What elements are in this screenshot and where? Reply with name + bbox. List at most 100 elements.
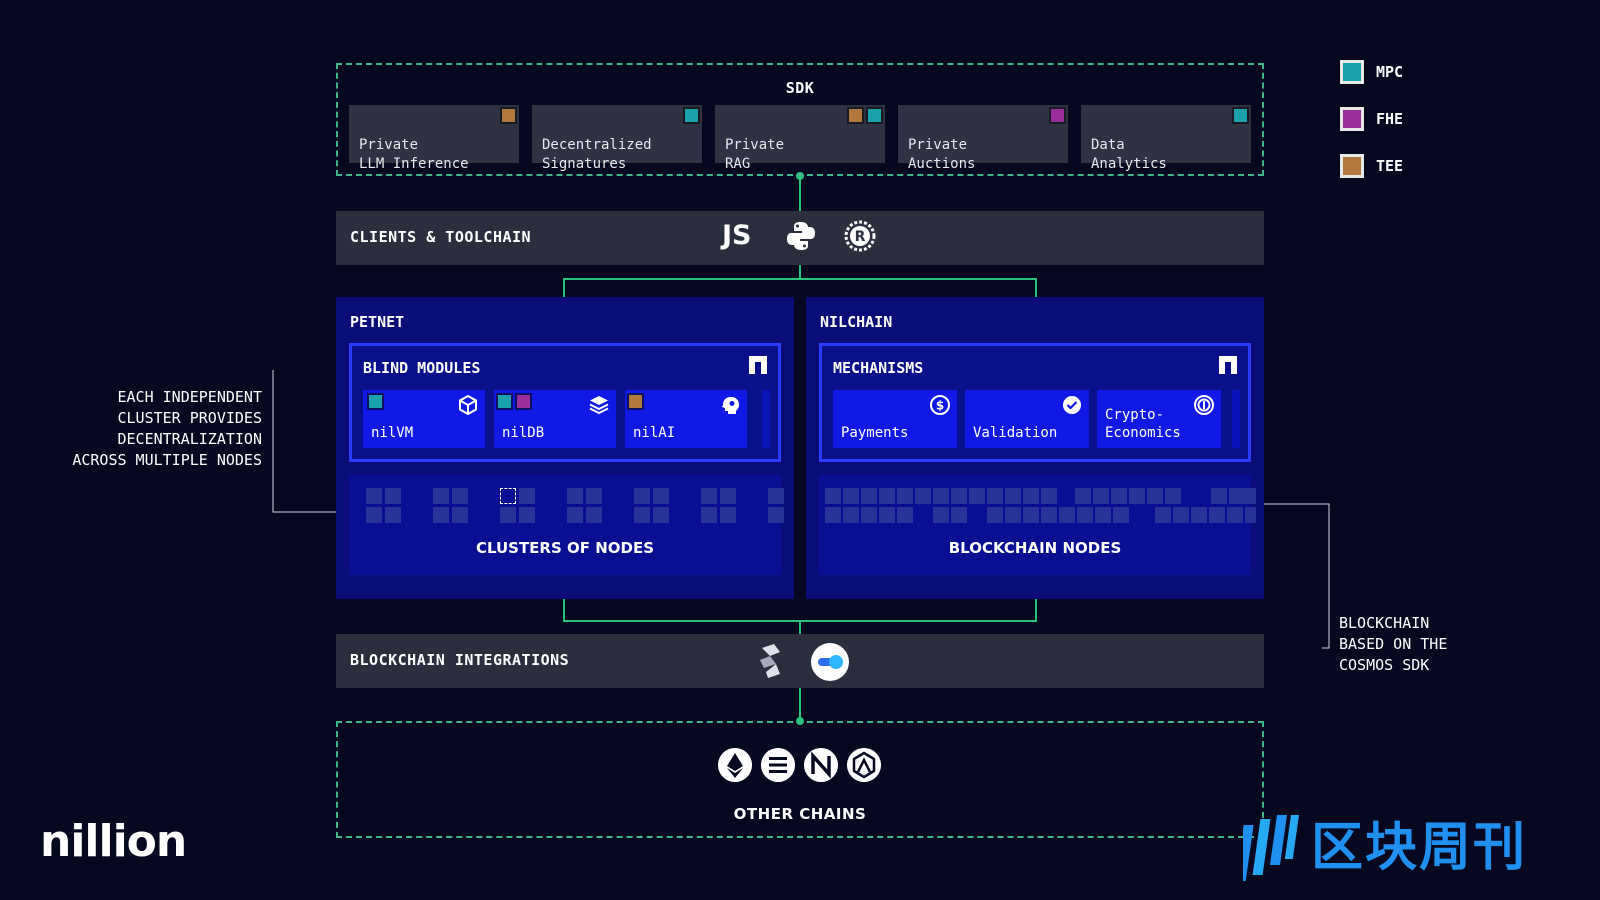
module-label: nilVM: [371, 425, 414, 441]
card-label: Data Analytics: [1091, 137, 1167, 172]
mpc-tag: [683, 107, 700, 124]
watermark-text: 区块周刊: [1311, 818, 1528, 878]
node-block: [567, 507, 583, 523]
fhe-tag: [1049, 107, 1066, 124]
petnet-title: PETNET: [350, 313, 405, 331]
mpc-swatch: [1340, 60, 1364, 84]
node-block: [1245, 507, 1256, 523]
node-block: [1211, 488, 1227, 504]
mechanism-validation: Validation: [965, 390, 1089, 448]
watermark-bars-icon: [1243, 815, 1299, 881]
node-block: [843, 488, 859, 504]
node-block: [1075, 488, 1091, 504]
ai-head-icon: [722, 397, 739, 414]
node-block: [720, 507, 736, 523]
nilchain-panel: NILCHAIN MECHANISMS $ Payments Validatio…: [806, 297, 1264, 599]
mechanism-label: Crypto- Economics: [1105, 407, 1181, 441]
node-block: [825, 488, 841, 504]
node-block: [933, 507, 949, 523]
nillion-logo-text: nillion: [40, 816, 187, 867]
blind-modules-box: BLIND MODULES nilVM nilDB nilAI: [349, 343, 781, 462]
node-block: [825, 507, 841, 523]
sdk-title: SDK: [785, 79, 815, 97]
nillion-logo: nillion: [40, 816, 187, 867]
rust-icon: R: [844, 220, 876, 252]
sdk-card-private-llm-inference: Private LLM Inference: [349, 105, 519, 172]
node-block: [1245, 488, 1256, 504]
node-block: [933, 488, 949, 504]
node-block: [385, 488, 401, 504]
mechanism-payments: $ Payments: [833, 390, 957, 448]
node-block: [586, 488, 602, 504]
node-block: [720, 488, 736, 504]
node-block: [500, 507, 516, 523]
blockchain-integrations-bar: BLOCKCHAIN INTEGRATIONS: [336, 634, 1264, 688]
node-block: [1005, 507, 1021, 523]
module-nilai: nilAI: [625, 390, 747, 448]
mechanism-label: Validation: [973, 425, 1058, 441]
mechanisms-box: MECHANISMS $ Payments Validation Crypto-…: [819, 343, 1251, 462]
node-block: [452, 488, 468, 504]
module-label: nilDB: [502, 425, 545, 441]
python-icon: [787, 222, 815, 250]
petnet-panel: PETNET BLIND MODULES nilVM nilDB nilAI C…: [336, 297, 794, 599]
node-block: [1041, 488, 1057, 504]
sdk-card-decentralized-signatures: Decentralized Signatures: [532, 105, 702, 172]
integrations-title: BLOCKCHAIN INTEGRATIONS: [350, 651, 570, 669]
cube-icon: [459, 394, 477, 416]
node-block: [1023, 507, 1039, 523]
legend-mpc: MPC: [1340, 60, 1460, 86]
node-block: [768, 507, 784, 523]
node-block: [1191, 507, 1207, 523]
node-block: [519, 488, 535, 504]
near-icon: [804, 748, 838, 782]
node-block: [1129, 488, 1145, 504]
cluster-annotation: EACH INDEPENDENT CLUSTER PROVIDES DECENT…: [40, 366, 262, 471]
mechanisms-title: MECHANISMS: [833, 359, 924, 377]
node-block: [1005, 488, 1021, 504]
tee-swatch: [1340, 154, 1364, 178]
module-overflow-edge: [762, 390, 770, 448]
node-block: [1165, 488, 1181, 504]
cluster-annotation-text: EACH INDEPENDENT CLUSTER PROVIDES DECENT…: [72, 388, 262, 469]
check-circle-icon: [1063, 396, 1081, 414]
solana-icon: [761, 748, 795, 782]
legend-label: TEE: [1376, 157, 1404, 175]
node-block: [1093, 488, 1109, 504]
token-coin-icon: [1194, 395, 1214, 415]
clusters-of-nodes-label: CLUSTERS OF NODES: [475, 539, 655, 557]
tee-tag: [627, 393, 644, 410]
node-block: [1113, 507, 1129, 523]
node-block: [1209, 507, 1225, 523]
module-label: nilAI: [633, 425, 676, 441]
node-block: [500, 488, 516, 504]
legend-fhe: FHE: [1340, 107, 1460, 133]
node-block: [897, 507, 913, 523]
node-block: [634, 488, 650, 504]
node-block: [1147, 488, 1163, 504]
legend-label: FHE: [1376, 110, 1404, 128]
sdk-card-private-auctions: Private Auctions: [898, 105, 1068, 172]
cosmos-annotation-text: BLOCKCHAIN BASED ON THE COSMOS SDK: [1339, 614, 1448, 674]
node-block: [1173, 507, 1189, 523]
clusters-of-nodes-area: CLUSTERS OF NODES: [349, 475, 784, 575]
node-block: [897, 488, 913, 504]
node-block: [653, 507, 669, 523]
node-block: [653, 488, 669, 504]
node-block: [701, 488, 717, 504]
fhe-tag: [515, 393, 532, 410]
nillion-mark-icon: [749, 356, 767, 374]
node-block: [567, 488, 583, 504]
cosmos-annotation: BLOCKCHAIN BASED ON THE COSMOS SDK: [1339, 592, 1539, 676]
node-block: [366, 507, 382, 523]
node-block: [1155, 507, 1171, 523]
toggle-bridge-icon: [811, 643, 849, 681]
node-block: [1023, 488, 1039, 504]
fhe-swatch: [1340, 107, 1364, 131]
node-block: [385, 507, 401, 523]
node-block: [861, 488, 877, 504]
blind-modules-title: BLIND MODULES: [363, 359, 481, 377]
tee-tag: [847, 107, 864, 124]
arbitrum-icon: [847, 748, 881, 782]
mpc-tag: [866, 107, 883, 124]
